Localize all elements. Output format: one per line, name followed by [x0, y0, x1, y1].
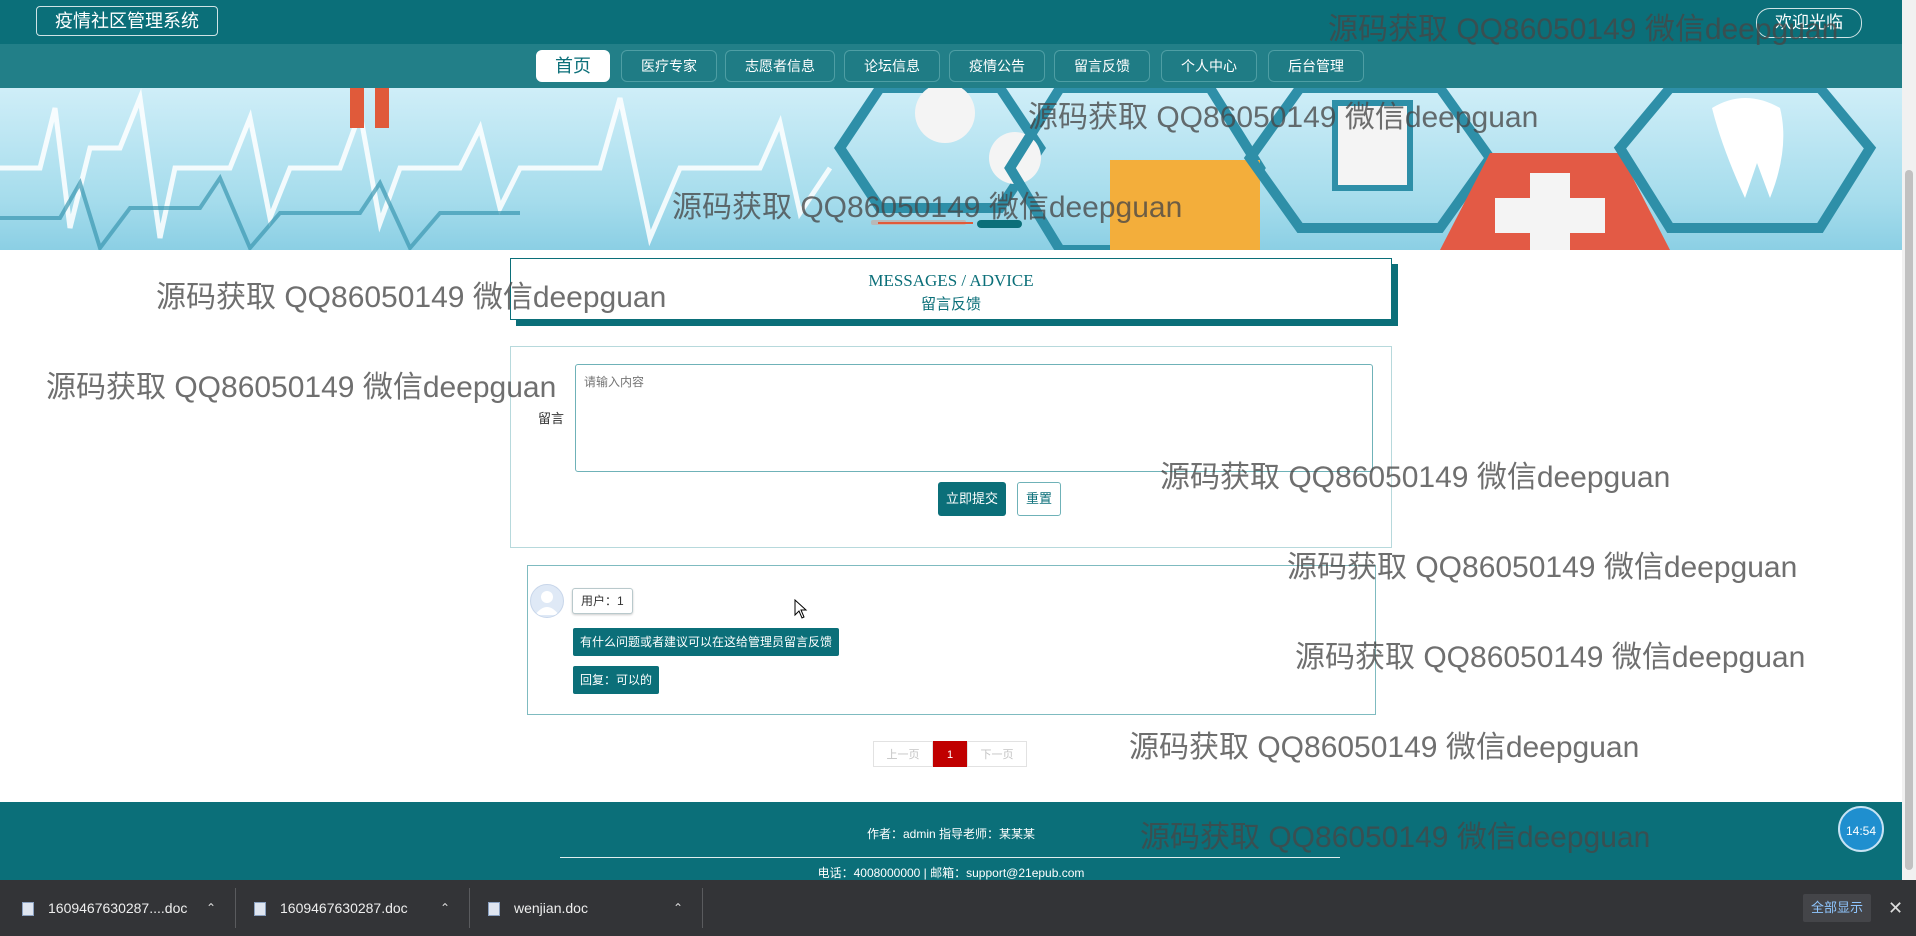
chevron-up-icon[interactable]: ⌃ — [673, 880, 683, 936]
footer-divider — [560, 857, 1340, 858]
watermark: 源码获取 QQ86050149 微信deepguan — [1028, 101, 1539, 134]
download-item-2[interactable]: 1609467630287.doc — [254, 880, 408, 936]
doc-file-icon — [22, 902, 34, 917]
message-label: 留言 — [538, 411, 565, 426]
system-title[interactable]: 疫情社区管理系统 — [36, 6, 218, 36]
download-filename: 1609467630287.doc — [280, 900, 408, 916]
close-icon[interactable]: ✕ — [1888, 880, 1903, 936]
nav-medical-experts[interactable]: 医疗专家 — [621, 50, 717, 82]
user-avatar-icon — [535, 591, 559, 615]
scrollbar-thumb[interactable] — [1905, 170, 1913, 870]
nav-home[interactable]: 首页 — [536, 50, 610, 82]
watermark: 源码获取 QQ86050149 微信deepguan — [1140, 821, 1651, 854]
download-item-1[interactable]: 1609467630287....doc — [22, 880, 187, 936]
doc-file-icon — [254, 902, 266, 917]
watermark: 源码获取 QQ86050149 微信deepguan — [1295, 641, 1806, 674]
watermark: 源码获取 QQ86050149 微信deepguan — [1129, 731, 1640, 764]
show-all-downloads-button[interactable]: 全部显示 — [1803, 894, 1871, 922]
mouse-cursor-icon — [794, 599, 808, 619]
clock-widget[interactable]: 14:54 — [1838, 806, 1884, 852]
nav-epidemic-notice[interactable]: 疫情公告 — [949, 50, 1045, 82]
nav-admin[interactable]: 后台管理 — [1268, 50, 1364, 82]
nav-volunteer-info[interactable]: 志愿者信息 — [725, 50, 835, 82]
watermark: 源码获取 QQ86050149 微信deepguan — [1160, 461, 1671, 494]
download-item-3[interactable]: wenjian.doc — [488, 880, 588, 936]
footer-contact: 电话：4008000000 | 邮箱：support@21epub.com — [817, 866, 1085, 880]
watermark: 源码获取 QQ86050149 微信deepguan — [46, 371, 557, 404]
download-separator — [702, 888, 703, 928]
download-filename: wenjian.doc — [514, 900, 588, 916]
reset-button[interactable]: 重置 — [1017, 482, 1061, 516]
nav-forum-info[interactable]: 论坛信息 — [844, 50, 940, 82]
watermark: 源码获取 QQ86050149 微信deepguan — [1287, 551, 1798, 584]
nav-personal-center[interactable]: 个人中心 — [1161, 50, 1257, 82]
comment-user: 用户：1 — [572, 588, 633, 614]
watermark: 源码获取 QQ86050149 微信deepguan — [156, 281, 667, 314]
comment-reply: 回复：可以的 — [573, 666, 660, 694]
download-separator — [235, 888, 236, 928]
doc-file-icon — [488, 902, 500, 917]
nav-message-feedback[interactable]: 留言反馈 — [1054, 50, 1150, 82]
download-separator — [469, 888, 470, 928]
prev-page-button[interactable]: 上一页 — [873, 741, 933, 767]
chevron-up-icon[interactable]: ⌃ — [206, 880, 216, 936]
page-1-button[interactable]: 1 — [933, 741, 967, 767]
comment-message: 有什么问题或者建议可以在这给管理员留言反馈 — [573, 628, 840, 656]
next-page-button[interactable]: 下一页 — [967, 741, 1027, 767]
download-filename: 1609467630287....doc — [48, 900, 188, 916]
watermark: 源码获取 QQ86050149 微信deepguan — [1328, 13, 1839, 46]
watermark: 源码获取 QQ86050149 微信deepguan — [672, 191, 1183, 224]
avatar — [530, 584, 564, 618]
chevron-up-icon[interactable]: ⌃ — [440, 880, 450, 936]
submit-button[interactable]: 立即提交 — [938, 482, 1006, 516]
